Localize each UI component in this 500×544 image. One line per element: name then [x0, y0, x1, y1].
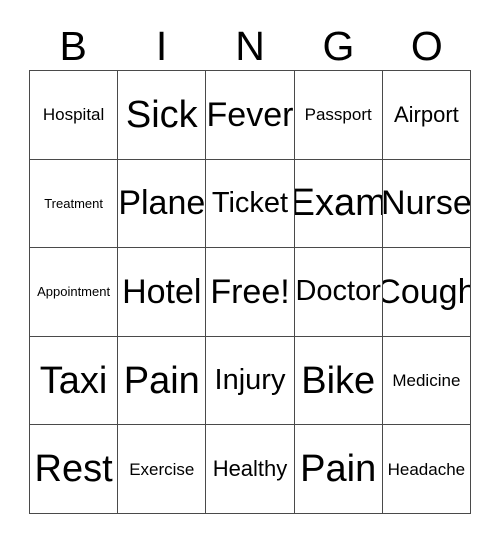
bingo-cell-label: Healthy [212, 456, 288, 482]
bingo-cell-r0c4[interactable]: Airport [382, 71, 471, 160]
bingo-cell-r1c3[interactable]: Exam [294, 159, 383, 249]
bingo-cell-label: Treatment [44, 195, 103, 211]
bingo-cell-r1c2[interactable]: Ticket [206, 159, 295, 249]
bingo-cell-label: Cough [383, 272, 471, 311]
bingo-card: B I N G O Hospital Sick Fever Passport A… [0, 0, 500, 544]
bingo-header-row: B I N G O [29, 22, 471, 70]
bingo-header-letter-g: G [322, 22, 355, 69]
bingo-cell-label: Exam [294, 182, 383, 225]
bingo-cell-r2c3[interactable]: Doctor [294, 248, 383, 337]
bingo-cell-label: Pain [123, 359, 200, 402]
bingo-cell-r3c2[interactable]: Injury [206, 336, 295, 426]
bingo-cell-label: Headache [387, 459, 466, 479]
bingo-cell-r3c3[interactable]: Bike [294, 336, 383, 426]
bingo-cell-label: Plane [118, 184, 206, 223]
bingo-cell-label: Airport [393, 101, 459, 127]
bingo-cell-r2c0[interactable]: Appointment [30, 248, 119, 337]
bingo-header-letter-n: N [235, 22, 265, 69]
bingo-header-letter-b: B [59, 22, 87, 69]
bingo-cell-label: Nurse [382, 184, 471, 223]
bingo-header-letter-o: O [410, 22, 443, 69]
bingo-cell-label: Taxi [39, 359, 108, 402]
bingo-cell-r4c0[interactable]: Rest [30, 425, 119, 514]
bingo-cell-r2c1[interactable]: Hotel [118, 248, 207, 337]
bingo-cell-label: Passport [304, 105, 372, 125]
bingo-cell-label: Injury [214, 364, 286, 397]
bingo-cell-label: Ticket [211, 186, 289, 219]
bingo-cell-label: Fever [206, 95, 294, 134]
bingo-cell-label: Medicine [392, 371, 461, 391]
bingo-cell-label: Sick [125, 93, 198, 136]
bingo-cell-r0c2[interactable]: Fever [206, 71, 295, 160]
bingo-cell-r0c1[interactable]: Sick [118, 71, 207, 160]
bingo-cell-r1c4[interactable]: Nurse [382, 159, 471, 249]
bingo-header-letter-i: I [155, 22, 168, 69]
bingo-cell-label: Hospital [42, 105, 105, 125]
bingo-free-space-label: Free! [210, 272, 290, 311]
bingo-cell-label: Exercise [129, 459, 195, 479]
bingo-cell-r0c3[interactable]: Passport [294, 71, 383, 160]
bingo-cell-r3c4[interactable]: Medicine [382, 336, 471, 426]
bingo-cell-r4c2[interactable]: Healthy [206, 425, 295, 514]
bingo-cell-r3c0[interactable]: Taxi [30, 336, 119, 426]
bingo-grid: Hospital Sick Fever Passport Airport Tre… [29, 70, 471, 514]
bingo-cell-free-space[interactable]: Free! [206, 248, 295, 337]
bingo-cell-r0c0[interactable]: Hospital [30, 71, 119, 160]
bingo-cell-label: Doctor [295, 275, 381, 308]
bingo-cell-label: Pain [300, 448, 377, 491]
bingo-cell-label: Bike [301, 359, 376, 402]
bingo-cell-r4c4[interactable]: Headache [382, 425, 471, 514]
bingo-cell-label: Hotel [122, 272, 202, 311]
bingo-cell-label: Appointment [37, 284, 111, 300]
bingo-cell-r1c0[interactable]: Treatment [30, 159, 119, 249]
bingo-cell-r4c3[interactable]: Pain [294, 425, 383, 514]
bingo-cell-r2c4[interactable]: Cough [382, 248, 471, 337]
bingo-cell-r4c1[interactable]: Exercise [118, 425, 207, 514]
bingo-cell-r3c1[interactable]: Pain [118, 336, 207, 426]
bingo-cell-r1c1[interactable]: Plane [118, 159, 207, 249]
bingo-cell-label: Rest [34, 448, 113, 491]
